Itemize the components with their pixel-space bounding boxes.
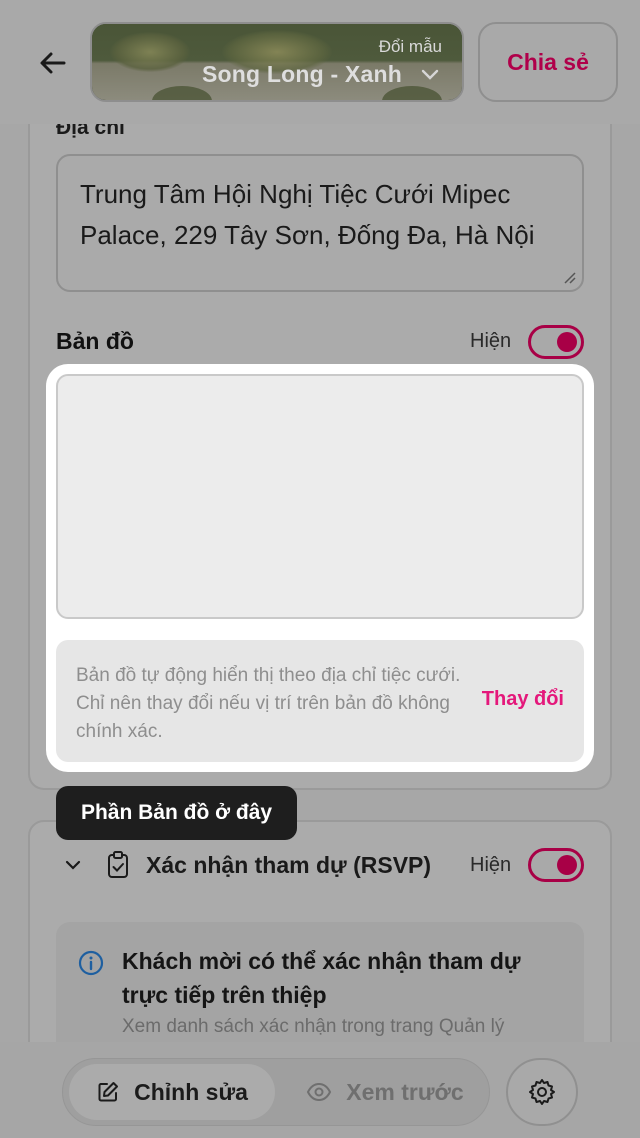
preview-tab[interactable]: Xem trước (287, 1064, 483, 1120)
top-header: Đổi mẫu Song Long - Xanh Chia sẻ (0, 0, 640, 124)
rsvp-show-label: Hiện (470, 854, 512, 876)
map-section-label: Bản đồ (56, 328, 134, 354)
onboarding-tooltip: Phần Bản đồ ở đây (56, 786, 297, 840)
rsvp-visibility-toggle[interactable] (528, 848, 584, 882)
map-section-highlight: Bản đồ tự động hiển thị theo địa chỉ tiệ… (46, 364, 594, 772)
rsvp-title: Xác nhận tham dự (RSVP) (146, 852, 432, 878)
gear-icon (529, 1079, 555, 1105)
chevron-down-icon (421, 69, 439, 80)
address-textarea[interactable]: Trung Tâm Hội Nghị Tiệc Cưới Mipec Palac… (56, 154, 584, 292)
map-show-label: Hiện (470, 330, 512, 352)
edit-tab-label: Chỉnh sửa (134, 1078, 248, 1105)
edit-tab[interactable]: Chỉnh sửa (69, 1064, 275, 1120)
arrow-left-icon (40, 52, 66, 74)
edit-icon (98, 1082, 119, 1102)
preview-tab-label: Xem trước (346, 1078, 464, 1105)
toggle-knob (557, 855, 577, 875)
chevron-down-icon[interactable] (64, 856, 82, 874)
clipboard-check-icon (108, 851, 128, 878)
map-embed[interactable] (56, 374, 584, 619)
eye-icon (307, 1082, 332, 1102)
share-button[interactable]: Chia sẻ (478, 22, 618, 102)
map-visibility-toggle[interactable] (528, 325, 584, 359)
map-note-box: Bản đồ tự động hiển thị theo địa chỉ tiệ… (56, 640, 584, 762)
template-switcher[interactable]: Đổi mẫu Song Long - Xanh (90, 22, 464, 102)
address-value: Trung Tâm Hội Nghị Tiệc Cưới Mipec Palac… (80, 179, 535, 250)
map-note-text: Bản đồ tự động hiển thị theo địa chỉ tiệ… (76, 665, 461, 742)
resize-grip-icon[interactable] (562, 270, 576, 284)
info-icon (78, 950, 104, 976)
bottom-toolbar: Chỉnh sửa Xem trước (0, 1042, 640, 1138)
settings-button[interactable] (506, 1058, 578, 1126)
mode-switch: Chỉnh sửa Xem trước (62, 1058, 490, 1126)
rsvp-info-subtitle: Xem danh sách xác nhận trong trang Quản … (122, 1016, 505, 1037)
back-button[interactable] (30, 40, 76, 86)
rsvp-info-title: Khách mời có thể xác nhận tham dự trực t… (122, 948, 521, 1008)
template-switch-label: Đổi mẫu (378, 37, 442, 56)
toggle-knob (557, 332, 577, 352)
map-change-link[interactable]: Thay đổi (482, 688, 564, 711)
template-name: Song Long - Xanh (202, 61, 402, 87)
dragon-decoration (110, 32, 190, 72)
